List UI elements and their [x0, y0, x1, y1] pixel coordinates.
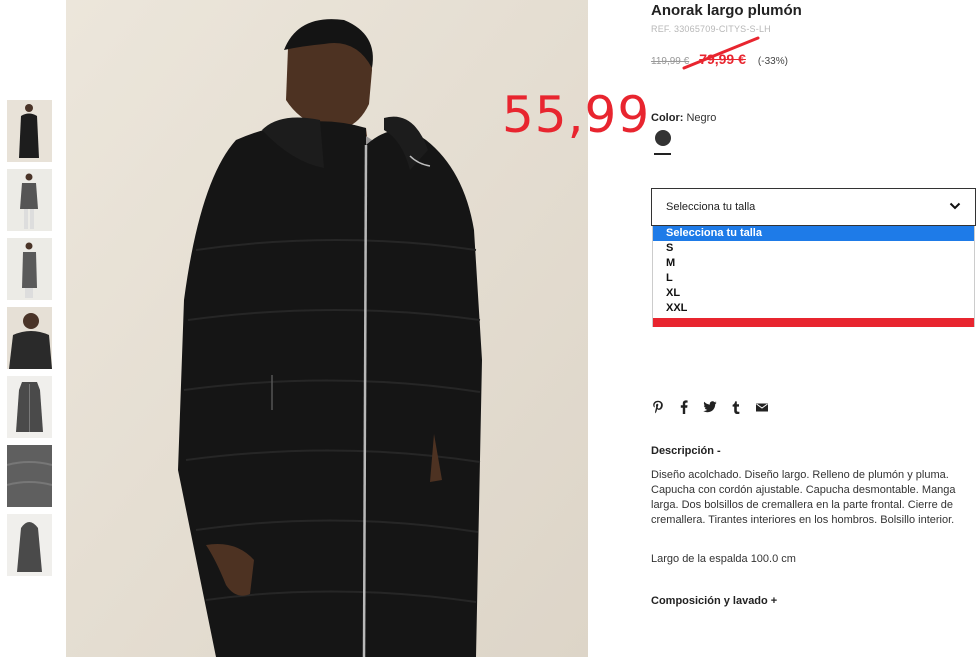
color-swatch-negro[interactable]	[655, 130, 671, 146]
size-option[interactable]: XXL	[653, 301, 974, 316]
twitter-icon[interactable]	[703, 399, 717, 415]
description-toggle[interactable]: Descripción -	[651, 445, 721, 457]
thumbnail-front[interactable]	[7, 100, 52, 162]
size-select-value: Selecciona tu talla	[666, 201, 756, 213]
annotation-price: 55,99	[502, 86, 651, 144]
back-length: Largo de la espalda 100.0 cm	[651, 553, 796, 565]
size-select[interactable]: Selecciona tu talla	[651, 188, 976, 226]
description-text: Diseño acolchado. Diseño largo. Relleno …	[651, 469, 956, 526]
thumbnail-open[interactable]	[7, 169, 52, 231]
price-row: 119,99 € 79,99 € (-33%)	[651, 51, 788, 67]
old-price: 119,99 €	[651, 56, 690, 67]
facebook-icon[interactable]	[677, 399, 691, 415]
size-option[interactable]: Selecciona tu talla	[653, 226, 974, 241]
color-value: Negro	[686, 112, 717, 124]
thumbnail-detail[interactable]	[7, 445, 52, 507]
pinterest-icon[interactable]	[651, 399, 665, 415]
size-option[interactable]: M	[653, 256, 974, 271]
thumbnail-flat-front[interactable]	[7, 376, 52, 438]
thumbnail-flat-back[interactable]	[7, 514, 52, 576]
thumbnail-closeup[interactable]	[7, 307, 52, 369]
share-bar	[651, 399, 781, 415]
discount-badge: (-33%)	[757, 56, 788, 67]
color-label-title: Color:	[651, 112, 684, 124]
swatch-selected-indicator	[654, 153, 671, 155]
email-icon[interactable]	[755, 399, 769, 415]
size-option[interactable]: L	[653, 271, 974, 286]
add-to-bag-bar[interactable]	[653, 318, 974, 327]
thumbnail-side[interactable]	[7, 238, 52, 300]
chevron-down-icon	[949, 202, 961, 210]
size-option[interactable]: XL	[653, 286, 974, 301]
thumbnail-gallery	[7, 100, 52, 583]
product-title: Anorak largo plumón	[651, 2, 802, 19]
color-label: Color: Negro	[651, 112, 716, 124]
size-options-list: Selecciona tu talla S M L XL XXL	[652, 226, 975, 327]
tumblr-icon[interactable]	[729, 399, 743, 415]
product-ref: REF. 33065709-CITYS-S-LH	[651, 24, 771, 34]
size-option[interactable]: S	[653, 241, 974, 256]
composition-toggle[interactable]: Composición y lavado +	[651, 595, 777, 607]
sale-price: 79,99 €	[699, 51, 746, 67]
